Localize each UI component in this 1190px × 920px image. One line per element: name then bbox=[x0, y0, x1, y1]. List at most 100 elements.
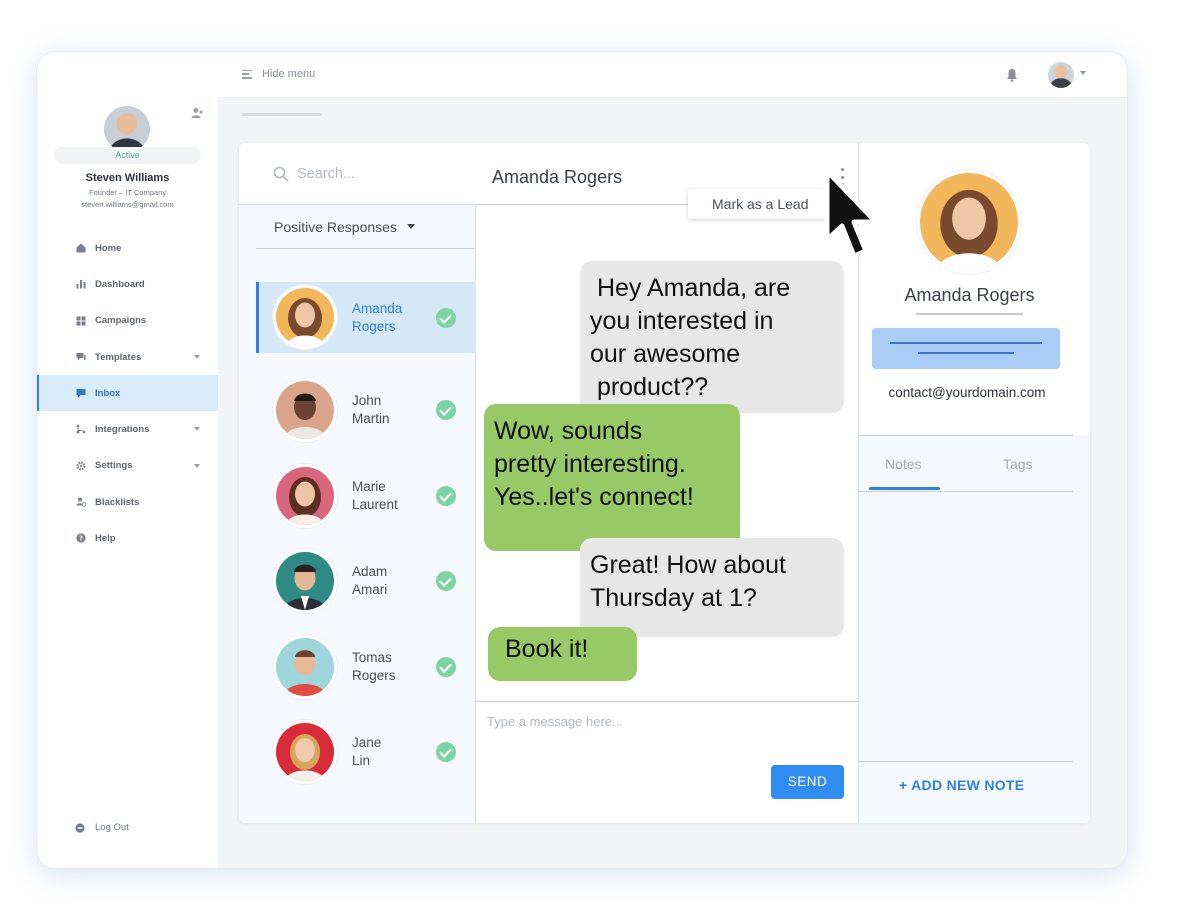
contact-name: Jane Lin bbox=[352, 735, 382, 769]
profile-role: Founder – IT Company bbox=[89, 188, 166, 197]
message-input[interactable]: Type a message here... bbox=[487, 714, 623, 729]
search-input[interactable]: Search... bbox=[297, 166, 355, 182]
search-icon bbox=[273, 166, 289, 182]
app-window: Active Steven Williams Founder – IT Comp… bbox=[37, 52, 1127, 868]
contact-avatar-large bbox=[917, 170, 1021, 274]
chat-title: Amanda Rogers bbox=[492, 167, 623, 187]
sidebar-item-inbox[interactable]: Inbox bbox=[37, 375, 218, 412]
filter-dropdown[interactable]: Positive Responses bbox=[256, 205, 476, 249]
message-bubble-incoming: Wow, sounds pretty interesting. Yes..let… bbox=[484, 404, 740, 551]
profile-avatar[interactable] bbox=[104, 106, 150, 152]
add-new-note-button[interactable]: + ADD NEW NOTE bbox=[899, 777, 1024, 793]
menu-icon bbox=[242, 69, 252, 79]
gear-icon bbox=[76, 461, 86, 471]
contact-name: Amanda Rogers bbox=[352, 300, 403, 334]
sidebar-item-label: Inbox bbox=[95, 387, 121, 399]
power-icon bbox=[75, 822, 85, 833]
breadcrumb-placeholder bbox=[242, 113, 322, 116]
check-icon bbox=[436, 656, 456, 677]
contact-avatar bbox=[273, 634, 337, 699]
contact-name: John Martin bbox=[352, 393, 390, 427]
mouse-cursor-icon bbox=[824, 168, 879, 259]
message-bubble-outgoing: Hey Amanda, are you interested in our aw… bbox=[580, 261, 844, 413]
home-icon bbox=[76, 243, 86, 253]
sidebar-item-label: Integrations bbox=[95, 424, 150, 436]
chevron-down-icon bbox=[406, 224, 415, 229]
contact-details-panel: Amanda Rogers contact@yourdomain.com Not… bbox=[859, 143, 1090, 823]
chevron-down-icon[interactable] bbox=[194, 463, 200, 468]
tab-notes[interactable]: Notes bbox=[885, 456, 922, 472]
chevron-down-icon[interactable] bbox=[1080, 71, 1086, 75]
details-tabs: Notes Tags bbox=[859, 436, 1073, 492]
message-composer: Type a message here... SEND bbox=[476, 701, 859, 823]
check-icon bbox=[436, 571, 456, 592]
sidebar: Active Steven Williams Founder – IT Comp… bbox=[37, 52, 218, 868]
sidebar-item-help[interactable]: ? Help bbox=[37, 520, 218, 556]
person-settings-icon[interactable] bbox=[191, 107, 203, 119]
check-icon bbox=[436, 307, 456, 328]
check-icon bbox=[436, 400, 456, 421]
profile-email: steven.williams@gmail.com bbox=[81, 200, 174, 209]
chevron-down-icon[interactable] bbox=[194, 427, 200, 432]
sidebar-nav: Home Dashboard Campaigns Templates Inbox bbox=[37, 230, 218, 557]
contact-avatar bbox=[273, 285, 337, 349]
hide-menu-label: Hide menu bbox=[262, 68, 316, 80]
question-icon: ? bbox=[76, 533, 86, 543]
chat-panel: Amanda Rogers Mark as a Lead Hey Amanda,… bbox=[476, 143, 859, 823]
contact-avatar bbox=[273, 463, 337, 528]
chevron-down-icon[interactable] bbox=[194, 354, 200, 359]
contact-avatar bbox=[273, 549, 337, 614]
sidebar-item-campaigns[interactable]: Campaigns bbox=[37, 303, 218, 339]
contact-avatar bbox=[273, 720, 337, 785]
sidebar-item-label: Home bbox=[95, 242, 122, 254]
contact-item-marie-laurent[interactable]: Marie Laurent bbox=[256, 453, 476, 539]
people-block-icon bbox=[76, 497, 86, 507]
profile-name: Steven Williams bbox=[85, 172, 170, 184]
divider bbox=[859, 761, 1073, 762]
contact-item-john-martin[interactable]: John Martin bbox=[256, 368, 476, 454]
check-icon bbox=[436, 485, 456, 506]
sidebar-item-label: Dashboard bbox=[95, 278, 145, 290]
contact-item-jane-lin[interactable]: Jane Lin bbox=[256, 710, 476, 796]
active-tab-indicator bbox=[869, 487, 940, 490]
contact-detail-placeholder bbox=[872, 328, 1060, 369]
contact-name: Adam Amari bbox=[352, 564, 388, 598]
filter-label: Positive Responses bbox=[274, 218, 397, 235]
sidebar-item-label: Settings bbox=[95, 460, 133, 472]
grid-icon bbox=[76, 316, 86, 326]
conversation-list: Search... Positive Responses Amanda Roger… bbox=[239, 143, 476, 823]
sidebar-item-label: Help bbox=[95, 533, 116, 545]
sidebar-item-label: Campaigns bbox=[95, 315, 147, 327]
message-bubble-outgoing: Great! How about Thursday at 1? bbox=[580, 538, 844, 637]
svg-text:?: ? bbox=[79, 535, 83, 543]
bell-icon[interactable] bbox=[1006, 68, 1018, 82]
top-bar: Hide menu bbox=[218, 52, 1127, 98]
sidebar-item-label: Blacklists bbox=[95, 496, 140, 508]
contact-item-adam-amari[interactable]: Adam Amari bbox=[256, 539, 476, 625]
user-avatar[interactable] bbox=[1048, 62, 1074, 88]
sidebar-item-dashboard[interactable]: Dashboard bbox=[37, 266, 218, 302]
flow-icon bbox=[76, 425, 86, 434]
sidebar-item-integrations[interactable]: Integrations bbox=[37, 411, 218, 447]
contact-item-amanda-rogers[interactable]: Amanda Rogers bbox=[256, 282, 476, 353]
tab-tags[interactable]: Tags bbox=[1003, 456, 1033, 472]
message-icon bbox=[76, 389, 86, 398]
contact-list: AmandaRogers JohnMartin MarieLaurent bbox=[256, 282, 476, 795]
contact-email[interactable]: contact@yourdomain.com bbox=[859, 385, 1075, 400]
contact-summary: Amanda Rogers contact@yourdomain.com bbox=[859, 143, 1090, 435]
hide-menu-button[interactable]: Hide menu bbox=[242, 68, 315, 80]
contact-item-tomas-rogers[interactable]: Tomas Rogers bbox=[256, 624, 476, 710]
sidebar-item-blacklists[interactable]: Blacklists bbox=[37, 484, 218, 520]
check-icon bbox=[436, 742, 456, 763]
sidebar-item-settings[interactable]: Settings bbox=[37, 448, 218, 484]
sidebar-item-home[interactable]: Home bbox=[37, 230, 218, 266]
search-bar[interactable]: Search... bbox=[239, 143, 476, 205]
send-button[interactable]: SEND bbox=[771, 765, 844, 799]
contact-name: Tomas Rogers bbox=[352, 649, 396, 683]
status-badge: Active bbox=[54, 147, 201, 164]
inbox-card: Search... Positive Responses Amanda Roger… bbox=[239, 143, 1090, 823]
sidebar-item-templates[interactable]: Templates bbox=[37, 339, 218, 375]
logout-button[interactable]: Log Out bbox=[75, 822, 129, 833]
contact-avatar bbox=[273, 378, 337, 443]
mark-as-lead-menu-item[interactable]: Mark as a Lead bbox=[688, 189, 828, 219]
